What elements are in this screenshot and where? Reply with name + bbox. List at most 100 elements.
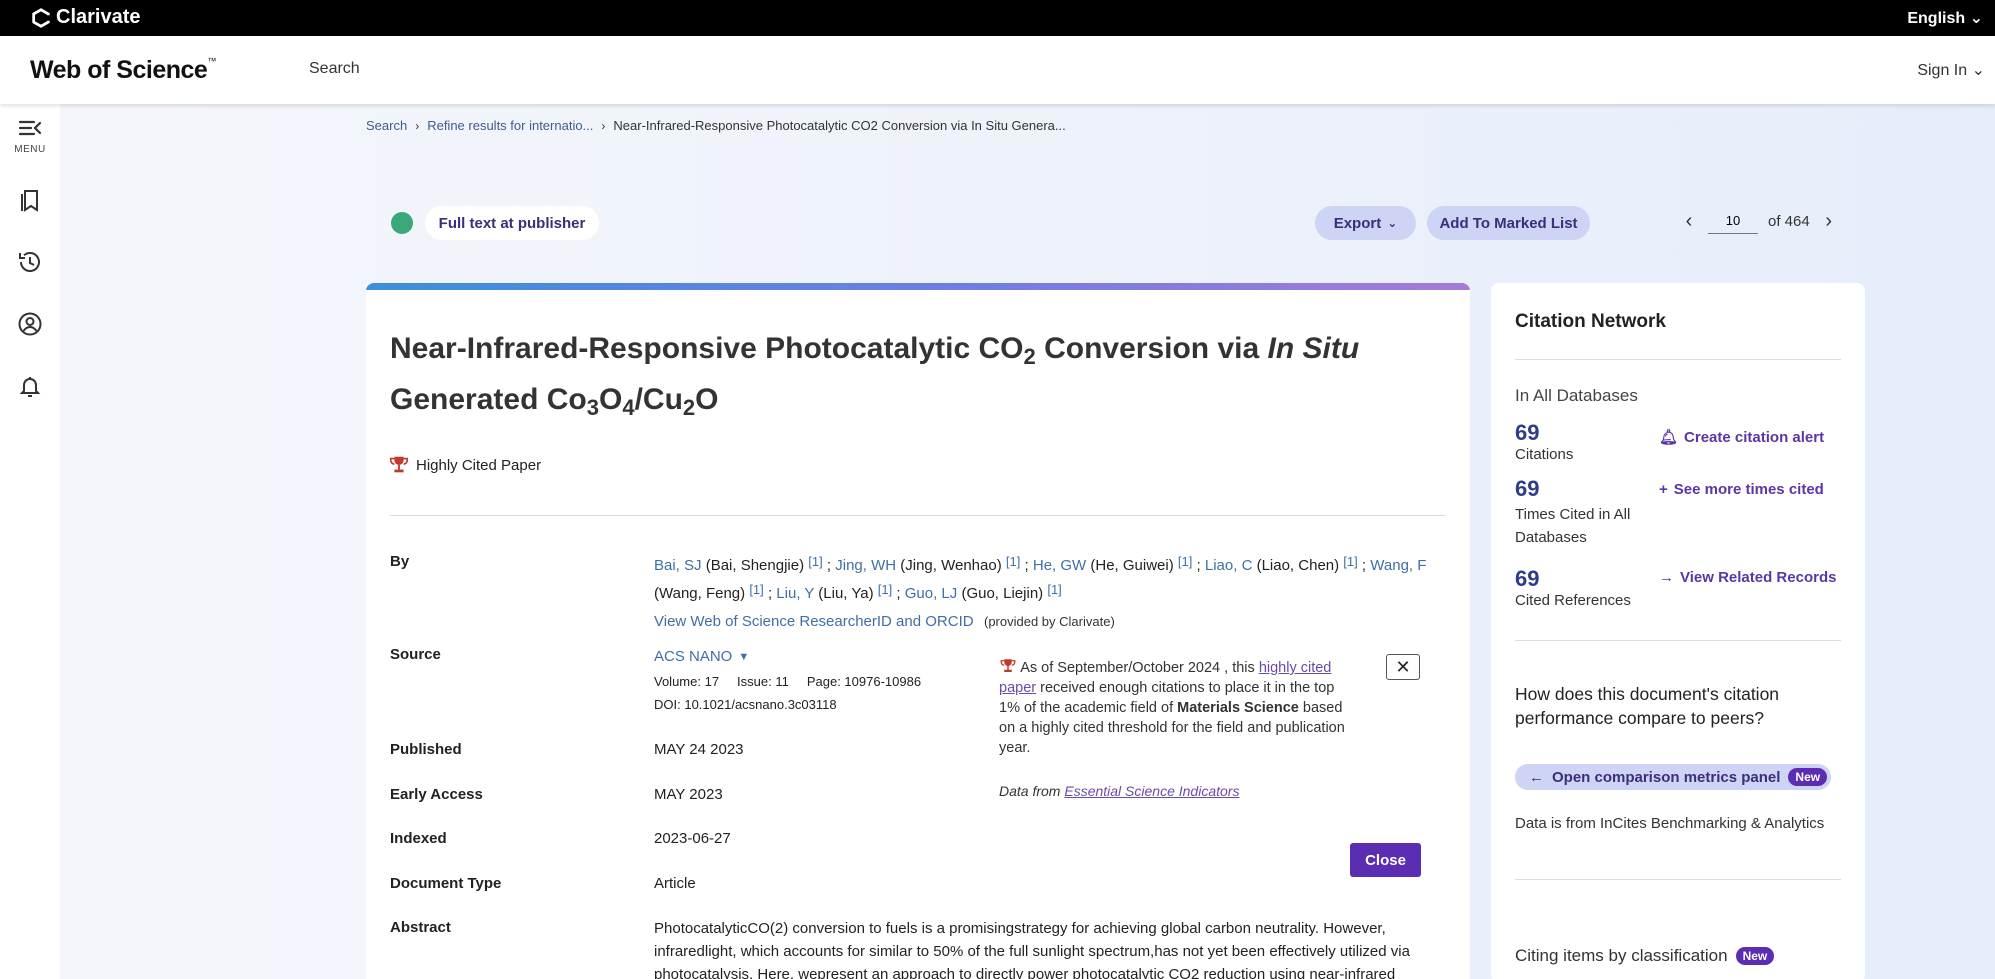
bell-alert-icon: 🔔︎ — [1659, 429, 1679, 446]
all-databases-label: In All Databases — [1515, 386, 1638, 405]
affiliation-ref[interactable]: [1] — [1006, 554, 1020, 569]
see-more-times-cited-link[interactable]: + See more times cited — [1659, 481, 1824, 498]
author-link[interactable]: Guo, LJ — [905, 585, 958, 602]
affiliation-ref[interactable]: [1] — [1343, 554, 1357, 569]
highly-cited-badge[interactable]: Highly Cited Paper — [388, 454, 541, 476]
chevron-right-icon: › — [415, 118, 420, 133]
clarivate-icon — [32, 7, 51, 28]
clarivate-topbar: Clarivate English ⌄ — [0, 0, 1995, 36]
highly-cited-label: Highly Cited Paper — [416, 456, 542, 474]
by-label: By — [390, 553, 410, 570]
early-access-value: MAY 2023 — [654, 786, 723, 803]
source-meta: Volume: 17 Issue: 11 Page: 10976-10986 — [654, 674, 921, 689]
arrow-left-icon: ← — [1529, 768, 1544, 786]
author-link[interactable]: Jing, WH — [835, 557, 896, 574]
search-nav-link[interactable]: Search — [309, 60, 360, 78]
authors-list: Bai, SJ (Bai, Shengjie) [1] ; Jing, WH (… — [654, 554, 1427, 602]
affiliation-ref[interactable]: [1] — [808, 554, 822, 569]
highly-cited-popup: As of September/October 2024 , this high… — [999, 657, 1359, 758]
clarivate-logo[interactable]: Clarivate — [30, 6, 141, 29]
record-total: of 464 — [1768, 212, 1810, 230]
author-link[interactable]: Bai, SJ — [654, 557, 702, 574]
new-badge: New — [1735, 947, 1775, 965]
abstract-label: Abstract — [390, 919, 451, 936]
title-divider — [390, 515, 1446, 516]
chevron-down-icon: ⌄ — [1387, 216, 1398, 230]
sidebar-profile[interactable] — [0, 310, 60, 338]
source-volume: Volume: 17 — [654, 674, 720, 689]
chevron-right-icon: › — [601, 118, 606, 133]
new-badge: New — [1788, 768, 1828, 786]
published-label: Published — [390, 741, 462, 758]
breadcrumb-refine-results[interactable]: Refine results for internatio... — [427, 118, 593, 133]
breadcrumb-search[interactable]: Search — [366, 118, 407, 133]
data-source-note: Data from Essential Science Indicators — [999, 783, 1240, 799]
citation-network-panel: Citation Network In All Databases 69 Cit… — [1491, 283, 1865, 979]
citing-items-heading: Citing items by classification New — [1515, 946, 1775, 966]
trophy-icon — [1000, 659, 1016, 672]
affiliation-ref[interactable]: [1] — [1047, 582, 1061, 597]
researcher-id-note: (provided by Clarivate) — [984, 614, 1115, 629]
left-sidebar: MENU — [0, 104, 60, 979]
breadcrumb-current: Near-Infrared-Responsive Photocatalytic … — [613, 118, 1066, 133]
source-label: Source — [390, 646, 441, 663]
affiliation-ref[interactable]: [1] — [749, 582, 763, 597]
times-cited-count[interactable]: 69 — [1515, 476, 1539, 502]
next-record-chevron-icon[interactable]: › — [1820, 210, 1838, 233]
clarivate-brand-text: Clarivate — [56, 6, 141, 28]
author-link[interactable]: He, GW — [1033, 557, 1086, 574]
panel-divider — [1515, 640, 1841, 641]
view-related-records-link[interactable]: → View Related Records — [1659, 569, 1836, 586]
create-citation-alert-link[interactable]: 🔔︎ Create citation alert — [1659, 428, 1824, 447]
user-circle-icon — [18, 312, 42, 336]
arrow-right-icon: → — [1659, 569, 1674, 586]
web-of-science-logo[interactable]: Web of Science™ — [30, 56, 216, 85]
history-icon — [19, 252, 40, 272]
export-button[interactable]: Export ⌄ — [1315, 206, 1416, 240]
published-value: MAY 24 2023 — [654, 741, 744, 758]
document-type-label: Document Type — [390, 875, 502, 892]
menu-collapse-icon — [18, 120, 42, 136]
indexed-value: 2023-06-27 — [654, 830, 731, 847]
menu-toggle[interactable]: MENU — [0, 114, 60, 155]
open-comparison-metrics-button[interactable]: ← Open comparison metrics panel New — [1515, 764, 1832, 790]
caret-down-icon: ▼ — [738, 650, 750, 663]
esi-link[interactable]: Essential Science Indicators — [1064, 783, 1239, 799]
breadcrumb: Search › Refine results for internatio..… — [366, 118, 1066, 133]
sidebar-marked-list[interactable] — [0, 186, 60, 214]
affiliation-ref[interactable]: [1] — [1178, 554, 1192, 569]
menu-label: MENU — [14, 144, 46, 155]
early-access-label: Early Access — [390, 786, 483, 803]
publisher-globe-icon — [391, 212, 413, 234]
incites-data-info: Data is from InCites Benchmarking & Anal… — [1515, 815, 1825, 832]
logo-tm: ™ — [207, 56, 216, 66]
add-to-marked-list-button[interactable]: Add To Marked List — [1427, 206, 1590, 240]
source-journal-link[interactable]: ACS NANO ▼ — [654, 648, 749, 665]
trophy-icon — [389, 456, 409, 473]
language-selector[interactable]: English ⌄ — [1907, 8, 1983, 28]
author-link[interactable]: Liu, Y — [776, 585, 814, 602]
app-header: Web of Science™ Search Sign In ⌄ — [0, 36, 1995, 104]
author-link[interactable]: Liao, C — [1205, 557, 1253, 574]
panel-divider — [1515, 359, 1841, 360]
record-card: Near-Infrared-Responsive Photocatalytic … — [366, 283, 1470, 979]
full-text-publisher-button[interactable]: Full text at publisher — [425, 206, 599, 240]
previous-record-chevron-icon[interactable]: ‹ — [1680, 210, 1698, 233]
sidebar-history[interactable] — [0, 248, 60, 276]
bell-icon — [19, 377, 41, 397]
source-page: Page: 10976-10986 — [806, 674, 922, 689]
sign-in-button[interactable]: Sign In ⌄ — [1917, 60, 1985, 80]
record-number-input[interactable] — [1708, 208, 1758, 234]
author-link[interactable]: Wang, F — [1370, 557, 1426, 574]
source-issue: Issue: 11 — [737, 674, 789, 689]
times-cited-label: Times Cited in All Databases — [1515, 506, 1631, 546]
popup-close-button[interactable]: Close — [1350, 843, 1421, 877]
sidebar-alerts[interactable] — [0, 372, 60, 400]
popup-close-icon[interactable]: ✕ — [1386, 654, 1420, 680]
researcher-id-link[interactable]: View Web of Science ResearcherID and ORC… — [654, 613, 974, 630]
affiliation-ref[interactable]: [1] — [878, 582, 892, 597]
cited-references-label: Cited References — [1515, 592, 1631, 609]
record-title: Near-Infrared-Responsive Photocatalytic … — [390, 332, 1360, 420]
card-accent-bar — [366, 283, 1470, 290]
citations-label: Citations — [1515, 446, 1574, 463]
